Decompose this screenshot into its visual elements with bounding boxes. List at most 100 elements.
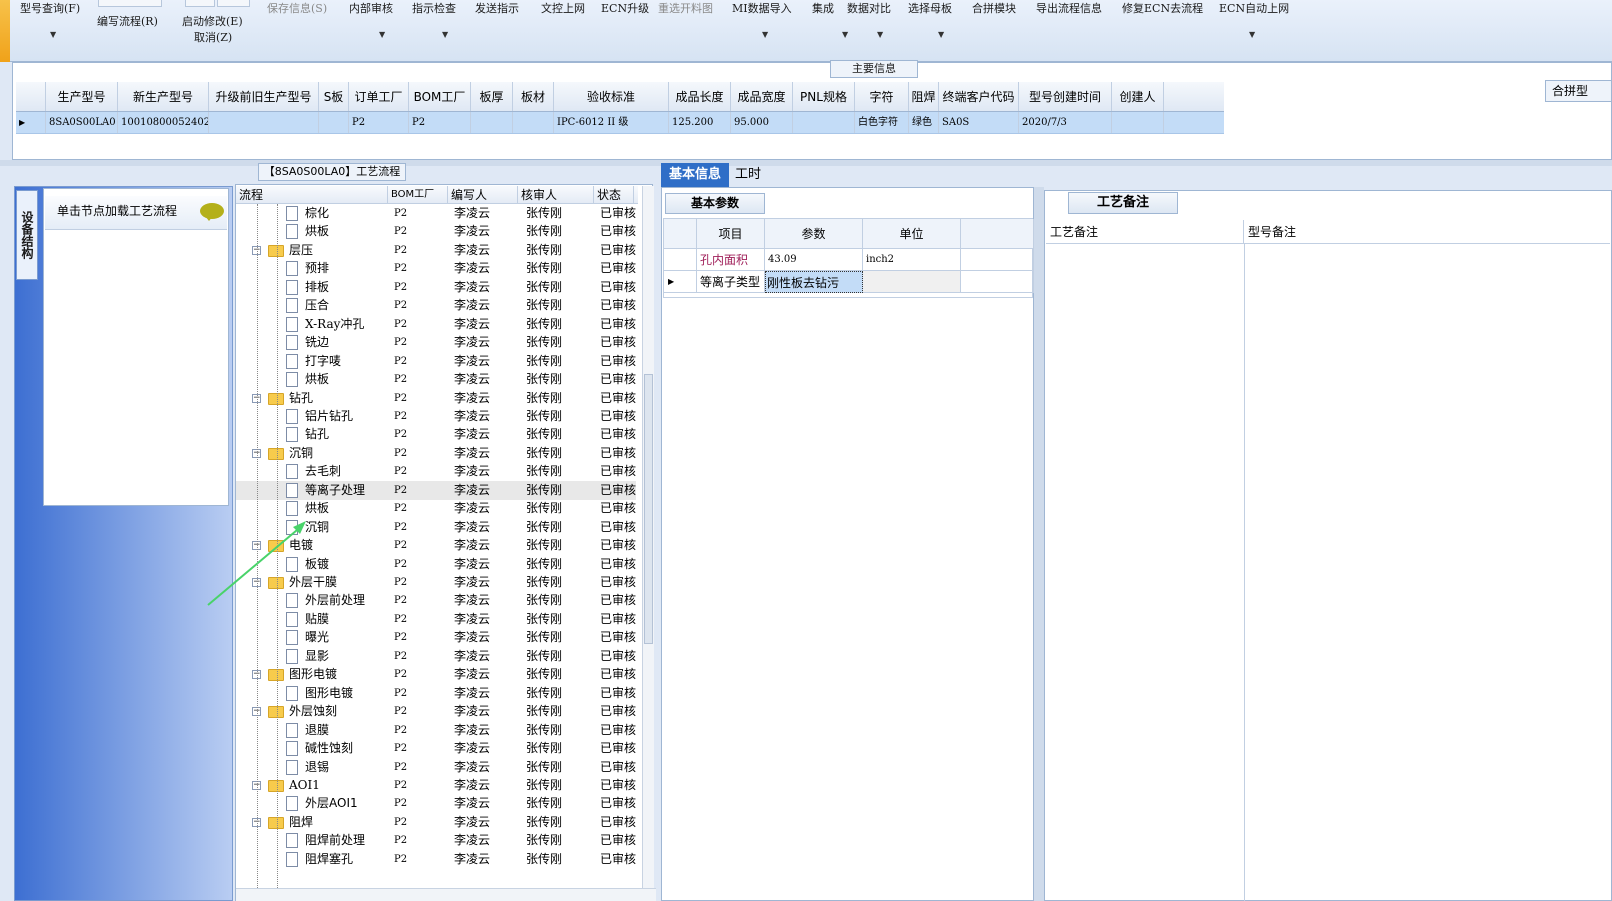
- grid-col-header[interactable]: BOM工厂: [409, 82, 471, 111]
- flow-row[interactable]: 打字唛 P2 李凌云 张传刚 已审核: [236, 352, 636, 371]
- notes-tab[interactable]: 工艺备注: [1068, 192, 1178, 214]
- grid-col-header[interactable]: 新生产型号: [118, 82, 209, 111]
- panel-gutter[interactable]: [1034, 187, 1044, 901]
- grid-col-header[interactable]: S板: [319, 82, 349, 111]
- grid-cell[interactable]: P2: [409, 112, 471, 133]
- flow-row[interactable]: − 钻孔 P2 李凌云 张传刚 已审核: [236, 389, 636, 408]
- flow-row[interactable]: 棕化 P2 李凌云 张传刚 已审核: [236, 204, 636, 223]
- grid-cell[interactable]: 绿色: [909, 112, 939, 133]
- toolbar-button[interactable]: 编写流程(R): [97, 13, 158, 29]
- grid-col-header[interactable]: 字符: [855, 82, 909, 111]
- flow-row[interactable]: 排板 P2 李凌云 张传刚 已审核: [236, 278, 636, 297]
- toolbar-button[interactable]: 启动修改(E): [182, 13, 243, 29]
- flow-row[interactable]: 显影 P2 李凌云 张传刚 已审核: [236, 647, 636, 666]
- dropdown-arrow-icon[interactable]: ▼: [938, 30, 944, 39]
- flow-row[interactable]: − 层压 P2 李凌云 张传刚 已审核: [236, 241, 636, 260]
- grid-cell[interactable]: [209, 112, 319, 133]
- flow-row[interactable]: 去毛刺 P2 李凌云 张传刚 已审核: [236, 462, 636, 481]
- flow-col-header[interactable]: 状态: [594, 186, 634, 203]
- flow-row[interactable]: 沉铜 P2 李凌云 张传刚 已审核: [236, 518, 636, 537]
- grid-cell[interactable]: [1112, 112, 1164, 133]
- toolbar-button[interactable]: 指示检查: [412, 0, 456, 16]
- grid-cell[interactable]: IPC-6012 II 级: [554, 112, 669, 133]
- toolbar-button[interactable]: MI数据导入: [732, 0, 792, 16]
- toolbar-button[interactable]: 文控上网: [541, 0, 585, 16]
- grid-col-header[interactable]: 验收标准: [554, 82, 669, 111]
- grid-col-header[interactable]: 订单工厂: [349, 82, 409, 111]
- grid-cell[interactable]: 2020/7/3: [1019, 112, 1112, 133]
- flow-row[interactable]: − 图形电镀 P2 李凌云 张传刚 已审核: [236, 665, 636, 684]
- grid-col-header[interactable]: 创建人: [1112, 82, 1164, 111]
- flow-row[interactable]: 铝片钻孔 P2 李凌云 张传刚 已审核: [236, 407, 636, 426]
- grid-col-header[interactable]: 型号创建时间: [1019, 82, 1112, 111]
- flow-row[interactable]: X-Ray冲孔 P2 李凌云 张传刚 已审核: [236, 315, 636, 334]
- dropdown-arrow-icon[interactable]: ▼: [842, 30, 848, 39]
- toolbar-button[interactable]: 选择母板: [908, 0, 952, 16]
- flow-col-header[interactable]: 流程: [236, 186, 388, 203]
- flow-row[interactable]: 外层前处理 P2 李凌云 张传刚 已审核: [236, 591, 636, 610]
- grid-col-header[interactable]: 升级前旧生产型号: [209, 82, 319, 111]
- flow-row[interactable]: − 外层干膜 P2 李凌云 张传刚 已审核: [236, 573, 636, 592]
- toolbar-button[interactable]: 集成: [812, 0, 834, 16]
- flow-row[interactable]: 退锡 P2 李凌云 张传刚 已审核: [236, 758, 636, 777]
- flow-row[interactable]: 预排 P2 李凌云 张传刚 已审核: [236, 259, 636, 278]
- toolbar-button[interactable]: 内部审核: [349, 0, 393, 16]
- flow-col-header[interactable]: BOM工厂: [388, 186, 448, 203]
- toolbar-button[interactable]: 型号查询(F): [20, 0, 80, 16]
- flow-row[interactable]: 铣边 P2 李凌云 张传刚 已审核: [236, 333, 636, 352]
- grid-col-header[interactable]: 阻焊: [909, 82, 939, 111]
- flow-horizontal-scrollbar[interactable]: [236, 888, 656, 901]
- grid-col-header[interactable]: 成品长度: [669, 82, 731, 111]
- toolbar-button[interactable]: 发送指示: [475, 0, 519, 16]
- grid-col-header[interactable]: 板材: [513, 82, 554, 111]
- flow-row[interactable]: 贴膜 P2 李凌云 张传刚 已审核: [236, 610, 636, 629]
- grid-col-header[interactable]: 板厚: [471, 82, 513, 111]
- grid-cell[interactable]: 白色字符: [855, 112, 909, 133]
- flow-row[interactable]: 钻孔 P2 李凌云 张传刚 已审核: [236, 425, 636, 444]
- flow-row[interactable]: 烘板 P2 李凌云 张传刚 已审核: [236, 499, 636, 518]
- grid-cell[interactable]: 10010800052402: [118, 112, 209, 133]
- flow-tab-title[interactable]: 【8SA0S00LA0】工艺流程: [258, 163, 406, 181]
- grid-cell[interactable]: [319, 112, 349, 133]
- dropdown-arrow-icon[interactable]: ▼: [379, 30, 385, 39]
- toolbar-button[interactable]: 合拼模块: [972, 0, 1016, 16]
- toolbar-button[interactable]: ECN自动上网: [1219, 0, 1289, 16]
- flow-row[interactable]: 板镀 P2 李凌云 张传刚 已审核: [236, 555, 636, 574]
- toolbar-field[interactable]: [185, 0, 215, 7]
- grid-cell[interactable]: 8SA0S00LA0: [46, 112, 118, 133]
- flow-tree[interactable]: 棕化 P2 李凌云 张传刚 已审核 烘板 P2 李凌云 张传刚 已审核 − 层压 P2 李凌云 张传刚 已审核…: [236, 204, 636, 894]
- toolbar-button[interactable]: 数据对比: [847, 0, 891, 16]
- grid-cell[interactable]: [471, 112, 513, 133]
- dropdown-arrow-icon[interactable]: ▼: [762, 30, 768, 39]
- flow-col-header[interactable]: 编写人: [448, 186, 518, 203]
- grid-col-header[interactable]: PNL规格: [793, 82, 855, 111]
- dropdown-arrow-icon[interactable]: ▼: [442, 30, 448, 39]
- vertical-tab-equipment[interactable]: 设备结构: [16, 190, 38, 280]
- flow-row[interactable]: 等离子处理 P2 李凌云 张传刚 已审核: [236, 480, 636, 500]
- flow-row[interactable]: 图形电镀 P2 李凌云 张传刚 已审核: [236, 684, 636, 703]
- grid-cell[interactable]: P2: [349, 112, 409, 133]
- flow-scroll-thumb[interactable]: [644, 374, 653, 644]
- param-value-editing[interactable]: 刚性板去钻污: [765, 271, 863, 293]
- grid-cell[interactable]: 95.000: [731, 112, 793, 133]
- toolbar-button[interactable]: 修复ECN去流程: [1122, 0, 1203, 16]
- param-value[interactable]: 43.09: [765, 249, 863, 271]
- flow-row[interactable]: 外层AOI1 P2 李凌云 张传刚 已审核: [236, 794, 636, 813]
- flow-row[interactable]: 烘板 P2 李凌云 张传刚 已审核: [236, 222, 636, 241]
- grid-col-header[interactable]: 生产型号: [46, 82, 118, 111]
- flow-row[interactable]: 退膜 P2 李凌云 张传刚 已审核: [236, 721, 636, 740]
- flow-row[interactable]: 曝光 P2 李凌云 张传刚 已审核: [236, 628, 636, 647]
- dropdown-arrow-icon[interactable]: ▼: [1249, 30, 1255, 39]
- flow-row[interactable]: − 外层蚀刻 P2 李凌云 张传刚 已审核: [236, 702, 636, 721]
- toolbar-field[interactable]: [98, 0, 162, 7]
- flow-row[interactable]: − 沉铜 P2 李凌云 张传刚 已审核: [236, 444, 636, 463]
- toolbar-button[interactable]: 重选开料图: [658, 0, 713, 16]
- flow-col-header[interactable]: 核审人: [518, 186, 594, 203]
- tab-basic-info[interactable]: 基本信息: [661, 163, 730, 187]
- grid-col-header[interactable]: 成品宽度: [731, 82, 793, 111]
- flow-row[interactable]: 阻焊前处理 P2 李凌云 张传刚 已审核: [236, 831, 636, 850]
- flow-row[interactable]: − 阻焊 P2 李凌云 张传刚 已审核: [236, 813, 636, 832]
- grid-cell[interactable]: [793, 112, 855, 133]
- flow-row[interactable]: − 电镀 P2 李凌云 张传刚 已审核: [236, 536, 636, 555]
- dropdown-arrow-icon[interactable]: ▼: [50, 30, 56, 39]
